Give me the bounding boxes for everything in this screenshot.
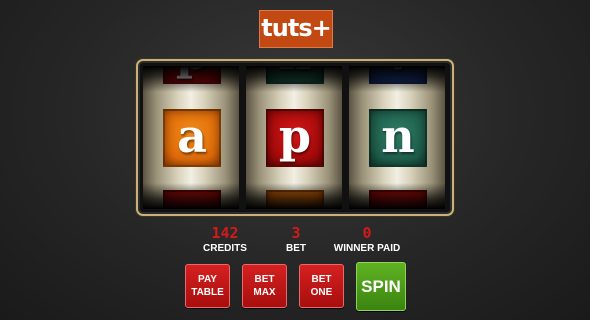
bet-one-button[interactable]: BET ONE — [299, 264, 344, 308]
reel-2-top-symbol: n — [266, 66, 324, 84]
reel-1-middle-symbol: a — [163, 109, 221, 167]
pay-table-line1: PAY — [198, 274, 217, 285]
reel-2: n p a — [246, 66, 342, 209]
bet-max-line1: BET — [254, 274, 275, 285]
winner-paid-stat: 0 WINNER PAID — [331, 225, 403, 256]
spin-button[interactable]: SPIN — [356, 262, 406, 311]
reel-2-bottom-symbol: a — [266, 190, 324, 209]
reel-1-top-symbol: p — [163, 66, 221, 84]
bet-one-line1: BET — [311, 274, 332, 285]
reel-1: p a p — [143, 66, 239, 209]
bet-stat: 3 BET — [276, 225, 316, 256]
reel-3-middle-symbol: n — [369, 109, 427, 167]
reel-3-top-symbol: v — [369, 66, 427, 84]
reel-3-bottom-symbol: p — [369, 190, 427, 209]
bet-max-button[interactable]: BET MAX — [242, 264, 287, 308]
reel-2-middle-symbol: p — [266, 109, 324, 167]
pay-table-line2: TABLE — [191, 287, 224, 298]
reel-1-bottom-symbol: p — [163, 190, 221, 209]
tuts-plus-logo: tuts+ — [259, 10, 333, 48]
winner-paid-label: WINNER PAID — [333, 243, 401, 254]
pay-table-button[interactable]: PAY TABLE — [185, 264, 230, 308]
spin-label: SPIN — [361, 276, 401, 296]
bet-label: BET — [286, 243, 306, 254]
bet-value: 3 — [291, 224, 301, 242]
slot-machine-window: p a p n p a v n p — [136, 59, 454, 216]
credits-stat: 142 CREDITS — [200, 225, 250, 256]
credits-value: 142 — [211, 224, 239, 242]
bet-max-line2: MAX — [253, 287, 276, 298]
winner-paid-value: 0 — [362, 224, 372, 242]
reel-3: v n p — [349, 66, 445, 209]
bet-one-line2: ONE — [310, 287, 333, 298]
credits-label: CREDITS — [203, 243, 247, 254]
